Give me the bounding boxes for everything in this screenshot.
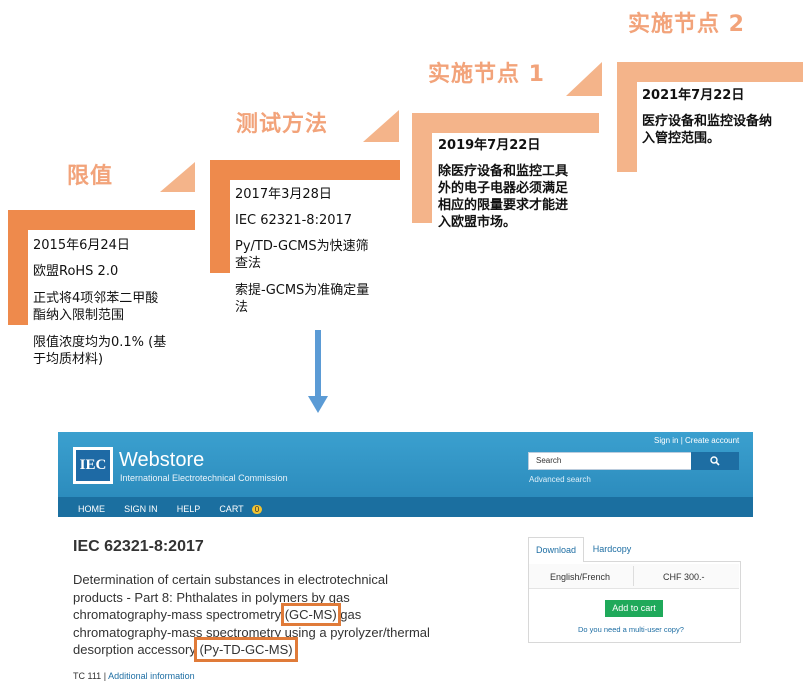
stage4-left-bar [617,62,637,172]
stage1-date: 2015年6月24日 [33,238,130,253]
stage3-line1d: 入欧盟市场。 [438,215,517,230]
desc-line4: chromatography-mass spectrometry using a… [73,624,430,640]
sign-in-link[interactable]: Sign in [654,436,678,445]
stage1-line1: 欧盟RoHS 2.0 [33,264,119,279]
tab-download[interactable]: Download [528,537,584,562]
stage2-line1: IEC 62321-8:2017 [235,213,353,228]
cart-count-badge: 0 [251,505,263,514]
stage4-top-bar [617,62,803,82]
additional-info-link[interactable]: Additional information [108,671,195,681]
desc-line1: Determination of certain substances in e… [73,572,389,587]
stage4-line1a: 医疗设备和监控设备纳 [642,114,773,129]
product-title: IEC 62321-8:2017 [73,538,204,555]
price-value: CHF 300.- [663,572,705,582]
tc-number: TC 111 [73,671,102,681]
down-arrow-icon [308,330,328,413]
stage2-line2a: Py/TD-GCMS为快速筛 [235,239,369,254]
tc-info: TC 111 | Additional information [73,671,195,681]
stage2-date: 2017年3月28日 [235,187,332,202]
desc-line5: desorption accessory (Py-TD-GC-MS) [73,637,298,662]
desc-line2: products - Part 8: Phthalates in polymer… [73,589,350,605]
search-placeholder: Search [536,456,562,465]
search-icon [710,456,720,466]
stage1-line3a: 限值浓度均为0.1% (基 [33,335,167,350]
search-input[interactable]: Search [528,452,692,470]
stage2-line3b: 法 [235,300,249,315]
stage3-line1c: 相应的限量要求才能进 [438,198,569,213]
stage2-corner [363,110,399,142]
advanced-search-link[interactable]: Advanced search [529,475,591,484]
tc-separator: | [103,671,107,681]
nav-help[interactable]: HELP [177,504,201,514]
stage4-date: 2021年7月22日 [642,88,745,103]
stage1-line2a: 正式将4项邻苯二甲酸 [33,291,159,306]
nav-home[interactable]: HOME [78,504,105,514]
stage3-title: 实施节点 1 [428,62,545,87]
py-td-gc-ms-highlight: (Py-TD-GC-MS) [194,637,298,662]
link-separator: | [680,436,683,445]
stage3-left-bar [412,113,432,223]
stage2-line3a: 索提-GCMS为准确定量 [235,283,370,298]
stage4-title: 实施节点 2 [628,12,745,37]
create-account-link[interactable]: Create account [685,436,739,445]
add-to-cart-button[interactable]: Add to cart [605,600,663,617]
stage1-title: 限值 [67,164,114,189]
product-description: Determination of certain substances in e… [73,571,430,662]
iec-logo[interactable]: IEC [73,447,113,484]
stage1-corner [160,162,195,192]
stage3-top-bar [412,113,599,133]
stage1-line2b: 酯纳入限制范围 [33,308,125,323]
stage3-line1a: 除医疗设备和监控工具 [438,164,569,179]
search-button[interactable] [691,452,739,470]
account-links: Sign in | Create account [654,436,739,445]
stage2-title: 测试方法 [236,112,329,137]
stage4-line1b: 入管控范围。 [642,131,721,146]
webstore-nav: HOME SIGN IN HELP CART 0 [58,497,753,517]
purchase-row-divider [633,566,634,586]
stage1-line3b: 于均质材料) [33,352,104,367]
desc-line3: chromatography-mass spectrometry (GC-MS)… [73,603,362,626]
stage1-left-bar [8,210,28,325]
multi-user-link[interactable]: Do you need a multi-user copy? [578,625,684,634]
webstore-subtitle: International Electrotechnical Commissio… [120,473,288,483]
stage2-line2b: 查法 [235,256,262,271]
stage3-date: 2019年7月22日 [438,138,541,153]
tab-hardcopy[interactable]: Hardcopy [588,537,636,561]
stage3-corner [566,62,602,96]
stage2-left-bar [210,160,230,273]
webstore-brand[interactable]: Webstore [119,449,204,472]
nav-sign-in[interactable]: SIGN IN [124,504,158,514]
gc-ms-highlight: (GC-MS) [280,603,341,626]
stage3-line1b: 外的电子电器必须满足 [438,181,569,196]
stage2-top-bar [210,160,400,180]
language-option[interactable]: English/French [550,572,610,582]
nav-cart[interactable]: CART [219,504,243,514]
